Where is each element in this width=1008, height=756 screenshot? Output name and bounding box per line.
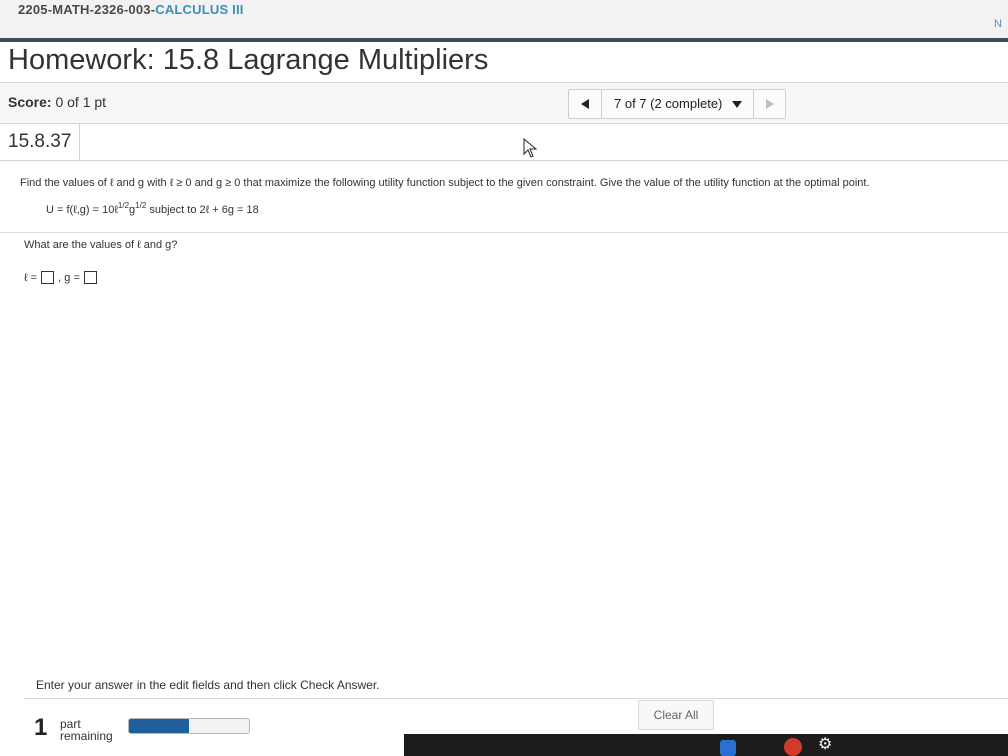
homework-title: Homework: 15.8 Lagrange Multipliers [8,44,489,76]
formula-exponent-g: 1/2 [135,201,147,210]
question-divider [0,232,1008,233]
previous-question-button[interactable] [569,90,602,118]
score-label: Score: [8,94,52,110]
parts-remaining-label: part remaining [60,718,130,742]
formula-exponent-l: 1/2 [117,201,130,210]
next-question-button[interactable] [753,90,786,118]
footer-divider [24,698,1008,699]
question-text: Find the values of ℓ and g with ℓ ≥ 0 an… [20,177,870,189]
parts-progress-bar [128,718,250,734]
triangle-left-icon [581,99,589,109]
course-title: 2205-MATH-2326-003-CALCULUS III [18,2,244,17]
utility-formula: U = f(ℓ,g) = 10ℓ1/2g1/2 subject to 2ℓ + … [46,201,259,216]
gear-icon[interactable]: ⚙ [818,736,832,754]
question-navigator: 7 of 7 (2 complete) [568,89,786,119]
course-title-suffix: CALCULUS III [155,2,244,17]
score: Score: 0 of 1 pt [8,94,106,110]
triangle-right-icon [766,99,774,109]
formula-constraint: subject to 2ℓ + 6g = 18 [149,204,259,216]
answer-row: ℓ = , g = [24,271,98,287]
question-id-bar: 15.8.37 [0,124,1008,161]
formula-base: U = f(ℓ,g) = 10ℓ [46,204,118,216]
course-title-prefix: 2205-MATH-2326-003- [18,2,156,17]
mouse-pointer-icon [523,138,538,158]
course-header: 2205-MATH-2326-003-CALCULUS III N [0,0,1008,42]
clear-all-button[interactable]: Clear All [638,700,714,730]
homework-panel: Homework: 15.8 Lagrange Multipliers Scor… [0,42,1008,756]
question-id: 15.8.37 [0,124,81,160]
question-select-value: 7 of 7 (2 complete) [614,96,723,111]
parts-label-line2: remaining [60,729,113,743]
parts-progress-fill [129,719,189,733]
answer-g-label: , g = [58,271,80,284]
answer-prompt: What are the values of ℓ and g? [24,239,178,251]
caret-down-icon [732,101,742,108]
score-value: 0 of 1 pt [55,94,107,110]
question-select-dropdown[interactable]: 7 of 7 (2 complete) [602,90,752,118]
answer-g-input[interactable] [83,271,97,284]
answer-l-input[interactable] [41,271,55,284]
score-bar: Score: 0 of 1 pt 7 of 7 (2 complete) [0,82,1008,124]
answer-instruction: Enter your answer in the edit fields and… [36,678,380,692]
taskbar-browser-icon[interactable] [784,738,802,756]
parts-remaining-count: 1 [34,714,48,741]
os-taskbar: ⚙ [404,734,1008,756]
taskbar-app-icon[interactable] [720,740,736,756]
answer-l-label: ℓ = [24,271,38,284]
corner-letter: N [994,18,1002,30]
